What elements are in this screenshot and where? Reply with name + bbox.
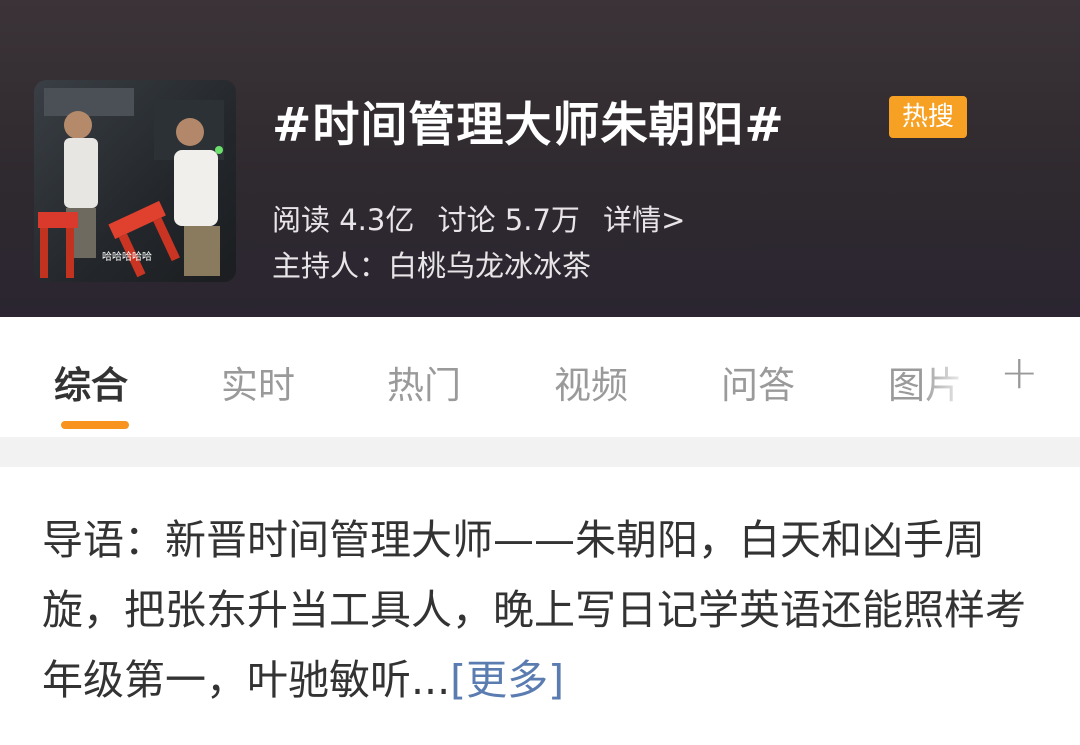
topic-host[interactable]: 主持人：白桃乌龙冰冰茶 <box>272 243 591 285</box>
tab-fade-overlay <box>920 317 990 437</box>
topic-title: #时间管理大师朱朝阳# <box>272 98 785 153</box>
hot-search-badge: 热搜 <box>889 96 967 138</box>
details-link[interactable]: 详情> <box>603 203 685 237</box>
topic-header: 哈哈哈哈哈 #时间管理大师朱朝阳# 热搜 阅读 4.3亿 讨论 5.7万 详情>… <box>0 0 1080 317</box>
topic-stats: 阅读 4.3亿 讨论 5.7万 详情> <box>272 197 699 239</box>
tab-hot[interactable]: 热门 <box>387 355 461 409</box>
topic-thumbnail[interactable]: 哈哈哈哈哈 <box>34 80 236 282</box>
tab-comprehensive[interactable]: 综合 <box>54 355 128 409</box>
tab-realtime[interactable]: 实时 <box>221 355 295 409</box>
tab-qa[interactable]: 问答 <box>721 355 795 409</box>
section-divider <box>0 437 1080 467</box>
tab-bar: 综合 实时 热门 视频 问答 图片 + <box>0 317 1080 437</box>
active-tab-indicator <box>61 421 129 429</box>
read-count: 阅读 4.3亿 <box>272 203 415 237</box>
add-tab-icon[interactable]: + <box>1000 345 1039 399</box>
more-link[interactable]: [更多] <box>450 656 564 704</box>
tab-video[interactable]: 视频 <box>554 355 628 409</box>
topic-intro: 导语：新晋时间管理大师——朱朝阳，白天和凶手周旋，把张东升当工具人，晚上写日记学… <box>42 505 1052 715</box>
thumbnail-caption: 哈哈哈哈哈 <box>102 250 152 263</box>
thumbnail-image: 哈哈哈哈哈 <box>34 80 236 282</box>
discussion-count: 讨论 5.7万 <box>437 203 580 237</box>
